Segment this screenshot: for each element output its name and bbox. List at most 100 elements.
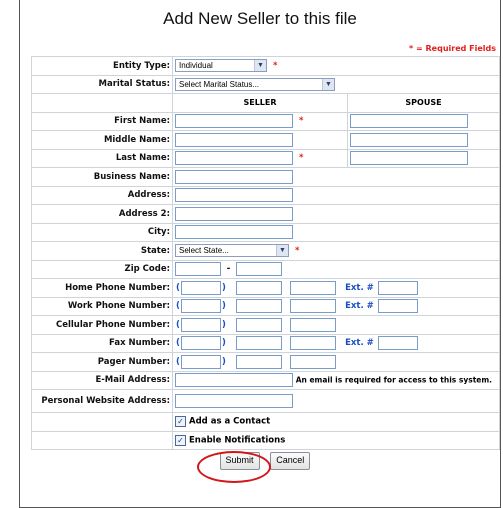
first-name-label: First Name: <box>31 111 173 131</box>
enable-notifications-label: Enable Notifications <box>189 435 286 446</box>
business-name-input[interactable] <box>175 169 293 184</box>
row-entity-type: Entity Type: Individual ▼ * <box>31 56 500 76</box>
chevron-down-icon: ▼ <box>254 60 266 72</box>
row-address2: Address 2: <box>31 204 500 224</box>
cell-phone-label: Cellular Phone Number: <box>31 315 173 335</box>
seller-middle-name-input[interactable] <box>175 132 293 147</box>
city-label: City: <box>31 222 173 242</box>
row-column-headers: SELLER SPOUSE <box>31 93 500 113</box>
page-title: Add New Seller to this file <box>163 9 357 28</box>
seller-first-name-input[interactable] <box>175 114 293 129</box>
add-contact-label: Add as a Contact <box>189 416 271 427</box>
home-area-code-input[interactable] <box>181 280 221 295</box>
row-address: Address: <box>31 185 500 205</box>
fax-label: Fax Number: <box>31 333 173 353</box>
business-name-label: Business Name: <box>31 167 173 187</box>
fax-prefix-input[interactable] <box>235 336 282 351</box>
pager-prefix-input[interactable] <box>235 354 282 369</box>
work-area-code-input[interactable] <box>181 299 221 314</box>
state-value: Select State... <box>179 246 229 256</box>
address2-input[interactable] <box>175 206 293 221</box>
spouse-middle-name-input[interactable] <box>350 132 468 147</box>
cell-prefix-input[interactable] <box>235 317 282 332</box>
zip-separator: - <box>226 264 231 275</box>
paren-close: ) <box>222 301 226 312</box>
row-zip: Zip Code: - <box>31 259 500 279</box>
required-star: * <box>295 245 300 256</box>
entity-type-value: Individual <box>179 61 213 71</box>
row-city: City: <box>31 222 500 242</box>
row-first-name: First Name: * <box>31 111 500 131</box>
marital-status-value: Select Marital Status... <box>179 79 260 89</box>
fax-ext-label: Ext. # <box>345 338 374 349</box>
row-pager: Pager Number: () <box>31 352 500 372</box>
website-input[interactable] <box>175 394 293 408</box>
seller-column-header: SELLER <box>172 93 348 113</box>
zip-plus4-input[interactable] <box>235 262 282 277</box>
work-ext-input[interactable] <box>377 299 418 314</box>
chevron-down-icon: ▼ <box>276 245 288 257</box>
row-email: E-Mail Address: An email is required for… <box>31 370 500 390</box>
spouse-first-name-input[interactable] <box>350 114 468 129</box>
spouse-last-name-input[interactable] <box>350 151 468 166</box>
last-name-label: Last Name: <box>31 148 173 168</box>
row-marital-status: Marital Status: Select Marital Status...… <box>31 74 500 94</box>
paren-close: ) <box>222 356 226 367</box>
add-contact-checkbox[interactable]: ✓ <box>175 416 186 428</box>
row-cell-phone: Cellular Phone Number: () <box>31 315 500 335</box>
home-ext-input[interactable] <box>377 280 418 295</box>
address-input[interactable] <box>175 188 293 203</box>
chevron-down-icon: ▼ <box>322 78 334 90</box>
entity-type-select[interactable]: Individual ▼ <box>175 59 267 73</box>
address-label: Address: <box>31 185 173 205</box>
zip-label: Zip Code: <box>31 259 173 279</box>
state-select[interactable]: Select State... ▼ <box>175 244 289 258</box>
work-phone-label: Work Phone Number: <box>31 296 173 316</box>
row-website: Personal Website Address: <box>31 389 500 413</box>
pager-area-code-input[interactable] <box>181 354 221 369</box>
required-fields-note: * = Required Fields <box>409 44 496 53</box>
row-middle-name: Middle Name: <box>31 130 500 150</box>
row-enable-notifications: ✓ Enable Notifications <box>31 430 500 450</box>
seller-form: Entity Type: Individual ▼ * Marital Stat… <box>31 56 500 472</box>
enable-notifications-checkbox[interactable]: ✓ <box>175 434 186 446</box>
website-label: Personal Website Address: <box>31 389 173 413</box>
zip-input[interactable] <box>175 262 221 277</box>
row-fax: Fax Number: () Ext. # <box>31 333 500 353</box>
email-label: E-Mail Address: <box>31 370 173 390</box>
pager-label: Pager Number: <box>31 352 173 372</box>
fax-line-input[interactable] <box>290 336 337 351</box>
required-star: * <box>299 153 304 164</box>
fax-ext-input[interactable] <box>377 336 418 351</box>
middle-name-label: Middle Name: <box>31 130 173 150</box>
seller-last-name-input[interactable] <box>175 151 293 166</box>
work-prefix-input[interactable] <box>235 299 282 314</box>
email-required-note: An email is required for access to this … <box>295 375 493 385</box>
pager-line-input[interactable] <box>290 354 337 369</box>
marital-status-label: Marital Status: <box>31 74 173 94</box>
paren-close: ) <box>222 319 226 330</box>
required-star: * <box>299 116 304 127</box>
fax-area-code-input[interactable] <box>181 336 221 351</box>
row-add-contact: ✓ Add as a Contact <box>31 412 500 432</box>
required-star: * <box>273 60 278 71</box>
spouse-column-header: SPOUSE <box>347 93 500 113</box>
address2-label: Address 2: <box>31 204 173 224</box>
cell-area-code-input[interactable] <box>181 317 221 332</box>
marital-status-select[interactable]: Select Marital Status... ▼ <box>175 77 335 91</box>
row-last-name: Last Name: * <box>31 148 500 168</box>
home-prefix-input[interactable] <box>235 280 282 295</box>
entity-type-label: Entity Type: <box>31 56 173 76</box>
home-phone-label: Home Phone Number: <box>31 278 173 298</box>
home-ext-label: Ext. # <box>345 282 374 293</box>
cell-line-input[interactable] <box>290 317 337 332</box>
paren-close: ) <box>222 282 226 293</box>
row-home-phone: Home Phone Number: () Ext. # <box>31 278 500 298</box>
home-line-input[interactable] <box>290 280 337 295</box>
email-input[interactable] <box>175 373 293 388</box>
city-input[interactable] <box>175 225 293 240</box>
state-label: State: <box>31 241 173 261</box>
cancel-button[interactable]: Cancel <box>270 452 311 470</box>
work-line-input[interactable] <box>290 299 337 314</box>
row-work-phone: Work Phone Number: () Ext. # <box>31 296 500 316</box>
